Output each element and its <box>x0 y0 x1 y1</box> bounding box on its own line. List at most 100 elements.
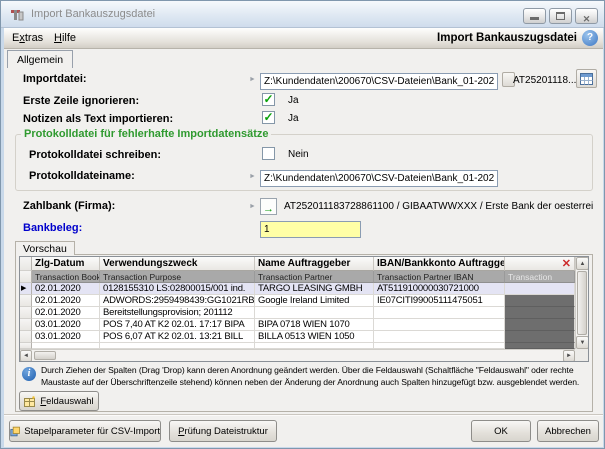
importdatei-input[interactable] <box>260 73 498 90</box>
zahlbank-label: Zahlbank (Firma): <box>23 200 115 212</box>
table-cell: BIPA 0718 WIEN 1070 <box>255 319 374 331</box>
info-icon: i <box>22 367 36 381</box>
table-cell: 03.01.2020 <box>32 331 100 343</box>
table-cell: 0128155310 LS:02800015/001 ind. <box>100 283 255 295</box>
notizen-checkbox[interactable]: ✓ <box>262 111 275 124</box>
column-subheader[interactable]: Transaction <box>505 271 575 283</box>
table-row[interactable]: 02.01.2020Bereitstellungsprovision; 2011… <box>20 307 575 319</box>
protokoll-schreiben-checkbox[interactable] <box>262 147 275 160</box>
menu-hilfe[interactable]: Hilfe <box>50 32 80 44</box>
column-header[interactable]: Name Auftraggeber <box>255 257 374 271</box>
column-header[interactable]: Zlg-Datum <box>32 257 100 271</box>
horizontal-scrollbar[interactable]: ◄ ► <box>20 349 575 361</box>
column-header[interactable]: ✕ <box>505 257 575 271</box>
field-selection-icon <box>24 396 36 407</box>
table-cell <box>374 307 505 319</box>
grid-corner-cell <box>20 257 32 271</box>
row-gutter-cell <box>20 295 32 307</box>
field-prefix-arrow-icon: ► <box>249 76 256 83</box>
table-cell: ADWORDS:2959498439:GG1021RB1M; 2 <box>100 295 255 307</box>
window-title: Import Bankauszugsdatei <box>31 8 155 20</box>
grid-subheader-row: Transaction BookingTransaction PurposeTr… <box>20 271 575 283</box>
goto-arrow-icon: → <box>263 203 274 215</box>
row-gutter-cell <box>20 319 32 331</box>
erste-zeile-checkbox[interactable]: ✓ <box>262 93 275 106</box>
table-row[interactable]: ▶02.01.20200128155310 LS:02800015/001 in… <box>20 283 575 295</box>
stapelparameter-label: Stapelparameter für CSV-Import <box>24 426 160 437</box>
table-row[interactable]: 03.01.2020POS 7,40 AT K2 02.01. 17:17 BI… <box>20 319 575 331</box>
menu-extras[interactable]: Extras <box>8 32 47 44</box>
minimize-button[interactable] <box>523 8 546 24</box>
pruefung-button[interactable]: Prüfung Dateistruktur <box>169 420 277 442</box>
horizontal-scroll-thumb[interactable] <box>34 351 56 360</box>
notizen-label: Notizen als Text importieren: <box>23 113 173 125</box>
stapelparameter-button[interactable]: Stapelparameter für CSV-Import <box>9 420 161 442</box>
table-cell <box>374 331 505 343</box>
minimize-icon <box>530 17 539 20</box>
protokoll-schreiben-value: Nein <box>288 149 309 160</box>
protokoll-schreiben-label: Protokolldatei schreiben: <box>29 149 161 161</box>
column-subheader[interactable]: Transaction Booking <box>32 271 100 283</box>
table-cell: BILLA 0513 WIEN 1050 <box>255 331 374 343</box>
column-header[interactable]: IBAN/Bankkonto Auftraggeber <box>374 257 505 271</box>
vertical-scroll-thumb[interactable] <box>577 271 587 335</box>
abbrechen-button[interactable]: Abbrechen <box>537 420 599 442</box>
maximize-button[interactable] <box>549 8 572 24</box>
table-cell: POS 7,40 AT K2 02.01. 17:17 BIPA <box>100 319 255 331</box>
vorschau-tab[interactable]: Vorschau <box>15 241 75 255</box>
import-dialog-window: Import Bankauszugsdatei ✕ Extras Hilfe I… <box>0 0 605 449</box>
check-icon: ✓ <box>263 94 274 105</box>
table-cell: 02.01.2020 <box>32 295 100 307</box>
importdatei-short-text: AT25201118... <box>513 75 576 86</box>
view-file-button[interactable] <box>576 69 597 88</box>
table-cell: Bereitstellungsprovision; 201112 <box>100 307 255 319</box>
info-text: Durch Ziehen der Spalten (Drag 'Drop) ka… <box>41 365 591 388</box>
table-row[interactable]: 02.01.2020ADWORDS:2959498439:GG1021RB1M;… <box>20 295 575 307</box>
abbrechen-label: Abbrechen <box>545 426 591 437</box>
row-gutter-cell <box>20 331 32 343</box>
protokolldateiname-label: Protokolldateiname: <box>29 170 135 182</box>
table-cell: 03.01.2020 <box>32 319 100 331</box>
ok-label: OK <box>494 426 508 437</box>
table-cell <box>505 295 575 307</box>
notizen-value: Ja <box>288 113 299 124</box>
batch-parameter-icon <box>10 425 20 438</box>
menubar-context-title: Import Bankauszugsdatei <box>437 32 577 44</box>
table-cell <box>505 283 575 295</box>
zahlbank-value: AT252011183728861100 / GIBAATWWXXX / Ers… <box>284 201 593 212</box>
feldauswahl-button[interactable]: Feldauswahl <box>19 391 99 411</box>
table-row[interactable]: 03.01.2020POS 6,07 AT K2 02.01. 13:21 BI… <box>20 331 575 343</box>
vertical-scrollbar[interactable]: ▲ ▼ <box>575 257 588 349</box>
bankbeleg-label: Bankbeleg: <box>23 222 82 234</box>
importdatei-label: Importdatei: <box>23 73 87 85</box>
row-gutter-cell <box>20 307 32 319</box>
scroll-down-icon[interactable]: ▼ <box>576 336 589 349</box>
tab-allgemein[interactable]: Allgemein <box>7 50 73 68</box>
row-marker-icon: ▶ <box>20 283 32 295</box>
delete-column-icon[interactable]: ✕ <box>562 257 571 271</box>
maximize-icon <box>556 12 565 20</box>
open-zahlbank-button[interactable]: → <box>260 198 277 215</box>
help-icon[interactable]: ? <box>582 30 598 46</box>
ok-button[interactable]: OK <box>471 420 531 442</box>
scroll-up-icon[interactable]: ▲ <box>576 257 589 270</box>
column-subheader[interactable]: Transaction Purpose <box>100 271 255 283</box>
close-button[interactable]: ✕ <box>575 8 598 24</box>
protokolldateiname-input[interactable] <box>260 170 498 187</box>
pruefung-label: Prüfung Dateistruktur <box>178 426 268 437</box>
column-subheader[interactable]: Transaction Partner IBAN <box>374 271 505 283</box>
table-cell <box>255 307 374 319</box>
titlebar[interactable]: Import Bankauszugsdatei ✕ <box>1 1 604 28</box>
close-icon: ✕ <box>583 14 591 24</box>
app-icon <box>10 7 25 22</box>
bankbeleg-input[interactable] <box>260 221 361 238</box>
scroll-left-icon[interactable]: ◄ <box>20 350 32 362</box>
table-cell: TARGO LEASING GMBH <box>255 283 374 295</box>
preview-grid[interactable]: Zlg-DatumVerwendungszweckName Auftraggeb… <box>19 256 589 362</box>
scroll-right-icon[interactable]: ► <box>563 350 575 362</box>
table-cell <box>505 319 575 331</box>
protokoll-group-title: Protokolldatei für fehlerhafte Importdat… <box>21 128 271 140</box>
column-subheader[interactable]: Transaction Partner <box>255 271 374 283</box>
grid-gutter-cell <box>20 271 32 283</box>
column-header[interactable]: Verwendungszweck <box>100 257 255 271</box>
